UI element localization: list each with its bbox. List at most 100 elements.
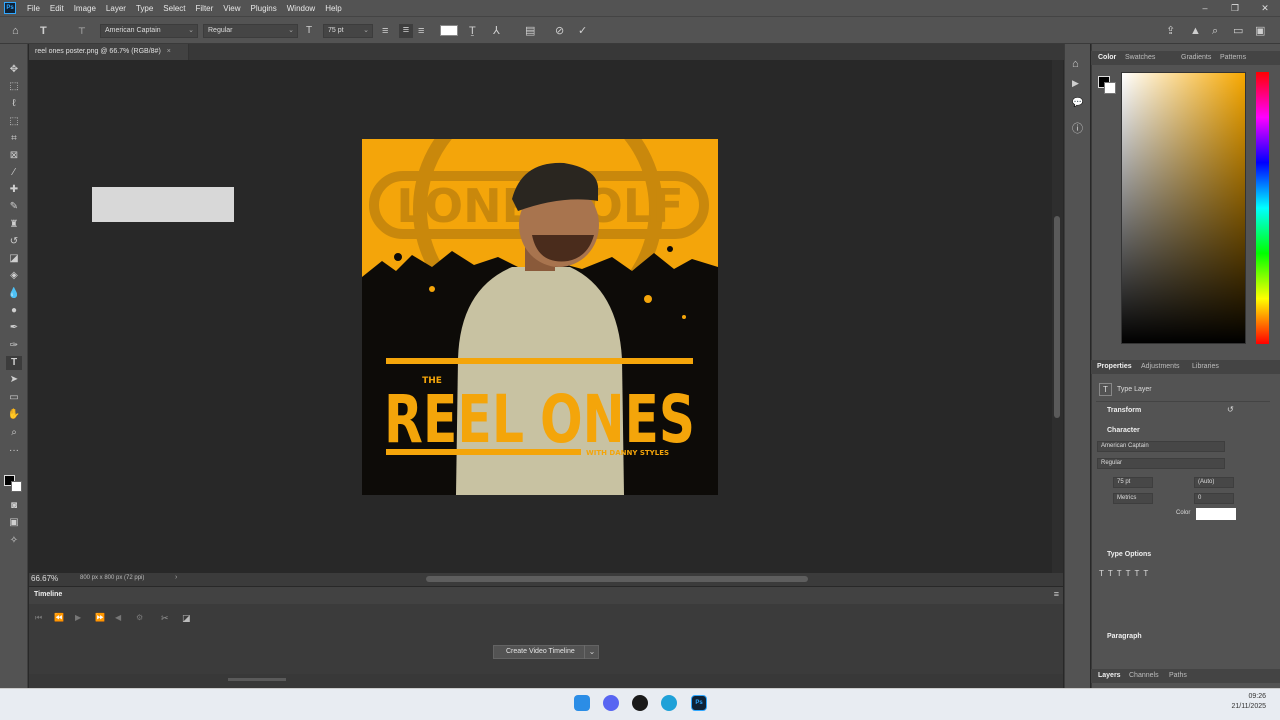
character-panel-icon[interactable]: ▤ bbox=[525, 25, 535, 37]
timeline-menu-icon[interactable]: ≡ bbox=[1054, 589, 1059, 599]
split-clip-icon[interactable]: ✂ bbox=[161, 612, 169, 624]
system-clock[interactable]: 09:26 21/11/2025 bbox=[1231, 692, 1266, 712]
warp-text-icon[interactable]: Ṯ bbox=[469, 25, 476, 37]
timeline-dropdown-icon[interactable]: ⌄ bbox=[584, 645, 599, 659]
timeline-settings-icon[interactable]: ⚙ bbox=[136, 612, 143, 624]
go-first-frame-icon[interactable]: ⏮ bbox=[35, 612, 42, 624]
blur-tool-icon[interactable]: 💧 bbox=[6, 287, 22, 301]
start-icon[interactable] bbox=[574, 695, 590, 711]
text-orientation-icon[interactable]: ⊤ bbox=[78, 25, 86, 37]
type-options-section[interactable]: Type Options bbox=[1107, 551, 1151, 558]
character-section[interactable]: Character bbox=[1107, 427, 1140, 434]
menu-image[interactable]: Image bbox=[69, 4, 101, 13]
character-tracking-field[interactable]: 0 bbox=[1194, 493, 1234, 504]
clone-stamp-icon[interactable]: ♜ bbox=[6, 218, 22, 232]
text-color-swatch[interactable] bbox=[440, 25, 458, 36]
hand-tool-icon[interactable]: ✋ bbox=[6, 408, 22, 422]
tab-channels[interactable]: Channels bbox=[1129, 669, 1159, 683]
menu-type[interactable]: Type bbox=[131, 4, 158, 13]
crop-tool-icon[interactable]: ⌗ bbox=[6, 132, 22, 146]
paint-bucket-icon[interactable]: ◈ bbox=[6, 269, 22, 283]
eraser-tool-icon[interactable]: ◪ bbox=[6, 252, 22, 266]
character-font-style[interactable]: Regular bbox=[1097, 458, 1225, 469]
character-font-family[interactable]: American Captain bbox=[1097, 441, 1225, 452]
search-icon[interactable]: ⌕ bbox=[1212, 25, 1218, 37]
minimize-icon[interactable]: – bbox=[1190, 0, 1220, 16]
font-style-select[interactable]: Regular ⌄ bbox=[203, 24, 298, 38]
type-style-buttons[interactable]: TTTTTT bbox=[1099, 569, 1152, 578]
menu-plugins[interactable]: Plugins bbox=[246, 4, 282, 13]
menu-filter[interactable]: Filter bbox=[191, 4, 219, 13]
reset-transform-icon[interactable]: ↺ bbox=[1227, 405, 1234, 414]
brush-tool-icon[interactable]: ✎ bbox=[6, 200, 22, 214]
tab-adjustments[interactable]: Adjustments bbox=[1141, 360, 1180, 374]
comments-panel-icon[interactable]: 💬 bbox=[1072, 96, 1083, 108]
tab-patterns[interactable]: Patterns bbox=[1220, 51, 1246, 65]
history-panel-icon[interactable]: ⌂ bbox=[1072, 58, 1079, 70]
character-kerning-field[interactable]: Metrics bbox=[1113, 493, 1153, 504]
notifications-icon[interactable]: ▲ bbox=[1190, 25, 1201, 37]
screen-mode-icon[interactable]: ▣ bbox=[6, 516, 22, 530]
menu-select[interactable]: Select bbox=[158, 4, 190, 13]
discord-icon[interactable] bbox=[603, 695, 619, 711]
align-center-icon[interactable]: ≡ bbox=[399, 24, 413, 38]
share-icon[interactable]: ⇪ bbox=[1166, 25, 1175, 37]
character-leading-field[interactable]: (Auto) bbox=[1194, 477, 1234, 488]
document-tab[interactable]: reel ones poster.png @ 66.7% (RGB/8#) × bbox=[29, 44, 189, 60]
transform-section[interactable]: Transform bbox=[1107, 407, 1141, 414]
move-tool-icon[interactable]: ✥ bbox=[6, 63, 22, 77]
align-left-icon[interactable]: ≡ bbox=[382, 25, 388, 37]
menu-view[interactable]: View bbox=[218, 4, 245, 13]
character-size-field[interactable]: 75 pt bbox=[1113, 477, 1153, 488]
eyedropper-tool-icon[interactable]: ⁄ bbox=[6, 166, 22, 180]
prev-frame-icon[interactable]: ⏪ bbox=[54, 612, 64, 624]
menu-layer[interactable]: Layer bbox=[101, 4, 131, 13]
tab-paths[interactable]: Paths bbox=[1169, 669, 1187, 683]
frame-tool-icon[interactable]: ⊠ bbox=[6, 149, 22, 163]
restore-icon[interactable]: ❐ bbox=[1220, 0, 1250, 16]
type-tool-preset-icon[interactable]: T bbox=[40, 25, 47, 37]
healing-brush-icon[interactable]: ✚ bbox=[6, 183, 22, 197]
pen-variant-icon[interactable]: ✑ bbox=[6, 339, 22, 353]
tab-properties[interactable]: Properties bbox=[1097, 360, 1132, 374]
more-tools-icon[interactable]: ··· bbox=[6, 444, 22, 458]
background-color[interactable] bbox=[11, 481, 22, 492]
document-size-info[interactable]: 800 px x 800 px (72 ppi) bbox=[80, 575, 144, 581]
menu-edit[interactable]: Edit bbox=[45, 4, 69, 13]
color-spectrum-field[interactable] bbox=[1121, 72, 1246, 344]
zoom-tool-icon[interactable]: ⌕ bbox=[6, 426, 22, 440]
zoom-level[interactable]: 66.67% bbox=[31, 574, 58, 583]
play-icon[interactable]: ▶ bbox=[75, 612, 81, 624]
poster-canvas[interactable]: LONEWOLF THE REEL ONES WITH DANNY STYLES bbox=[362, 139, 718, 495]
commit-check-icon[interactable]: ✓ bbox=[578, 25, 587, 37]
path-select-icon[interactable]: ➤ bbox=[6, 373, 22, 387]
close-tab-icon[interactable]: × bbox=[167, 48, 171, 55]
status-arrow-icon[interactable]: › bbox=[175, 574, 177, 581]
tab-gradients[interactable]: Gradients bbox=[1181, 51, 1211, 65]
align-right-icon[interactable]: ≡ bbox=[418, 25, 424, 37]
marquee-tool-icon[interactable]: ⬚ bbox=[6, 80, 22, 94]
app-icon[interactable] bbox=[632, 695, 648, 711]
timeline-zoom-slider[interactable] bbox=[228, 678, 286, 681]
rectangle-tool-icon[interactable]: ▭ bbox=[6, 391, 22, 405]
horizontal-scroll-thumb[interactable] bbox=[426, 576, 808, 582]
type-3d-icon[interactable]: ⅄ bbox=[493, 25, 500, 37]
paragraph-section[interactable]: Paragraph bbox=[1107, 633, 1142, 640]
lasso-tool-icon[interactable]: ℓ bbox=[6, 97, 22, 111]
tab-libraries[interactable]: Libraries bbox=[1192, 360, 1219, 374]
color-bg-swatch[interactable] bbox=[1104, 82, 1116, 94]
tab-layers[interactable]: Layers bbox=[1098, 669, 1121, 683]
character-color-swatch[interactable] bbox=[1196, 508, 1236, 520]
font-family-select[interactable]: American Captain ⌄ bbox=[100, 24, 198, 38]
photoshop-taskbar-icon[interactable]: Ps bbox=[691, 695, 707, 711]
tab-color[interactable]: Color bbox=[1098, 51, 1116, 65]
cancel-icon[interactable]: ⊘ bbox=[555, 25, 564, 37]
actions-panel-icon[interactable]: ▶ bbox=[1072, 77, 1079, 89]
audio-icon[interactable]: ◀ bbox=[115, 612, 121, 624]
object-select-tool-icon[interactable]: ⬚ bbox=[6, 115, 22, 129]
generative-icon[interactable]: ✧ bbox=[6, 534, 22, 548]
hue-slider[interactable] bbox=[1256, 72, 1269, 344]
transition-icon[interactable]: ◪ bbox=[182, 612, 191, 624]
next-frame-icon[interactable]: ⏩ bbox=[95, 612, 105, 624]
panel-layout-icon[interactable]: ▣ bbox=[1255, 25, 1265, 37]
